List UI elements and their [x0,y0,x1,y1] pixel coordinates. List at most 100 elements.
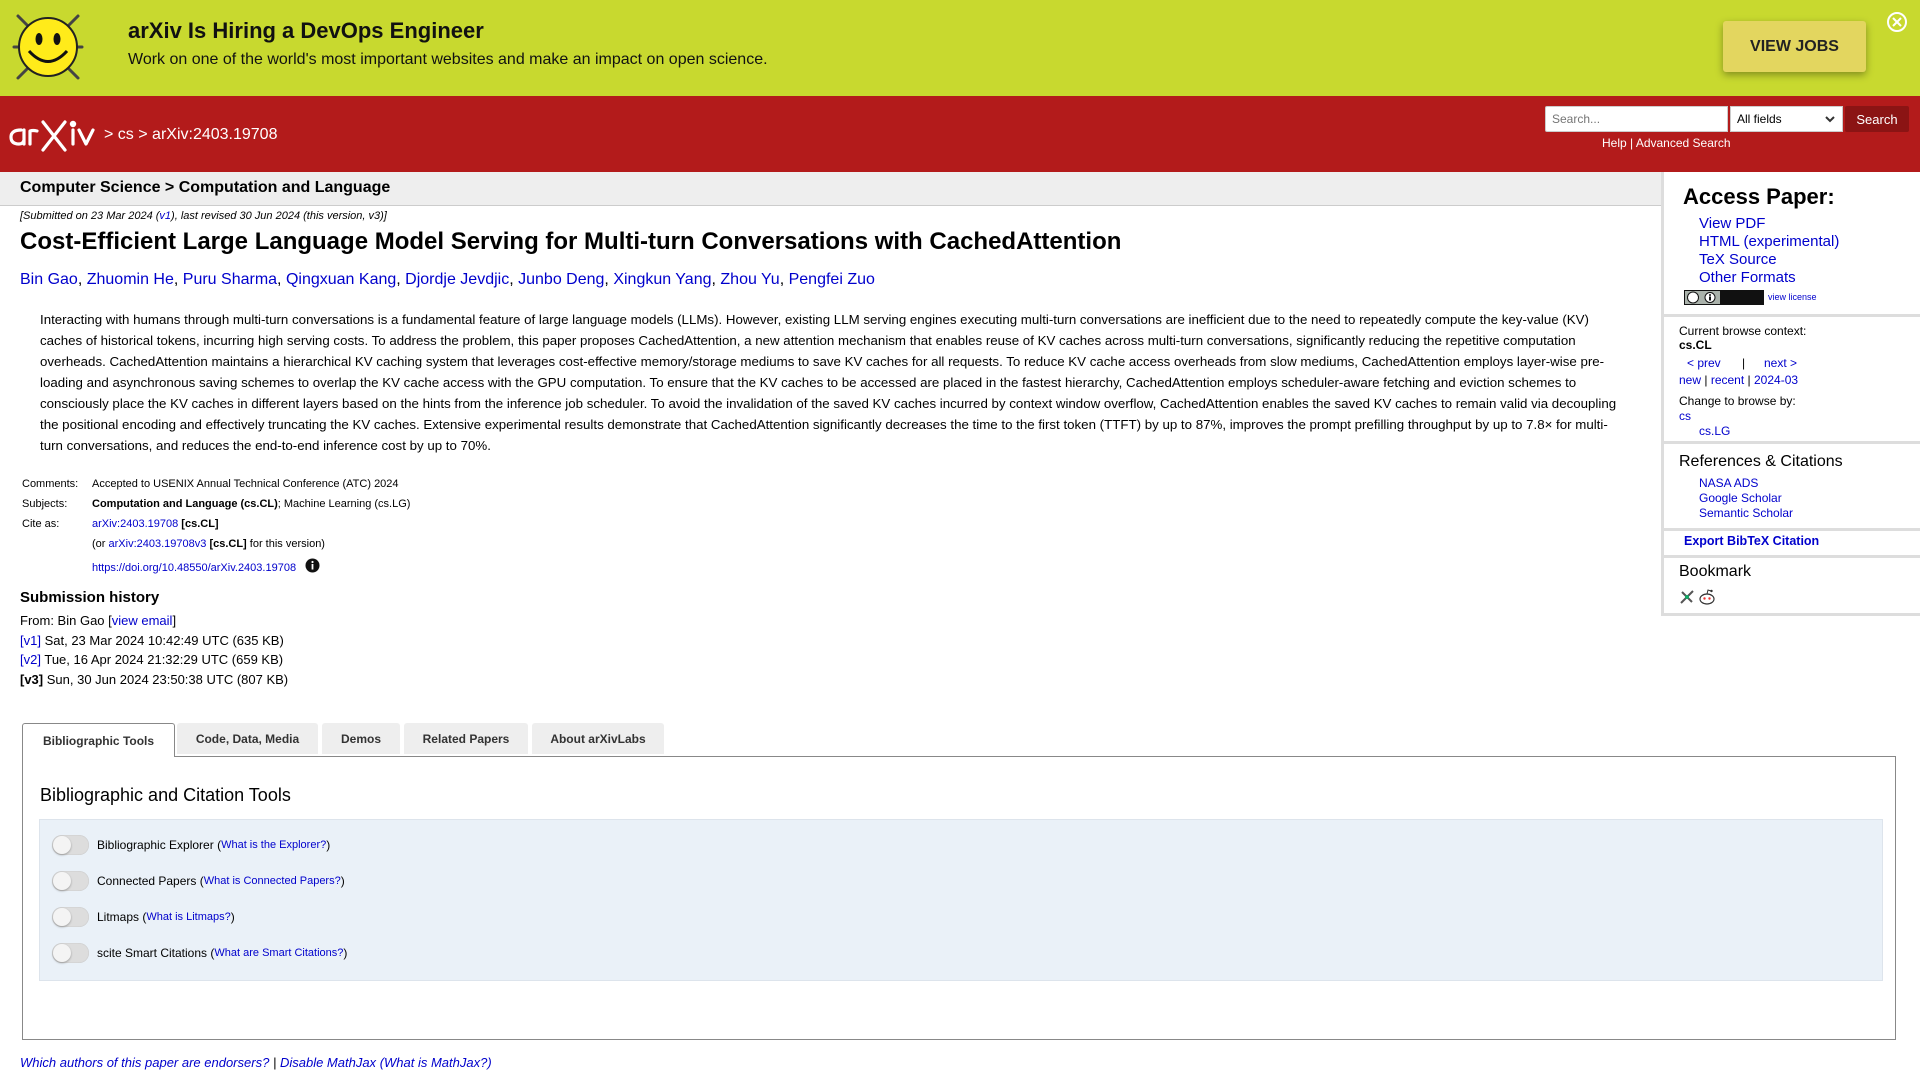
cite-label: Cite as: [22,518,60,530]
labs-panel: Bibliographic and Citation Tools Bibliog… [22,756,1896,1040]
other-formats-link[interactable]: Other Formats [1699,269,1796,286]
search-field-value: All fields [1737,112,1782,126]
paren: ) [230,910,235,924]
blank-cell [20,558,90,578]
cite-v3-tag: [cs.CL] [209,538,247,550]
author-link[interactable]: Xingkun Yang [613,271,711,288]
subjects-value: Computation and Language (cs.CL); Machin… [90,498,412,518]
next-link[interactable]: next > [1764,356,1797,370]
nav-sep: | [1747,373,1751,387]
breadcrumb-cs[interactable]: cs [118,126,134,143]
browse-cs-lg-link[interactable]: cs.LG [1699,424,1730,438]
advanced-search-link[interactable]: Advanced Search [1636,136,1731,150]
tex-source-link[interactable]: TeX Source [1699,251,1777,268]
version-link[interactable]: [v1] [20,633,41,648]
banner-text: Work on one of the world's most importan… [128,51,768,68]
tab-demos[interactable]: Demos [322,723,400,754]
reddit-icon[interactable] [1698,588,1716,606]
tab-bibliographic-tools[interactable]: Bibliographic Tools [22,723,175,757]
connected-papers-toggle[interactable] [52,871,89,891]
arxiv-logo[interactable] [9,116,101,154]
semantic-scholar-link[interactable]: Semantic Scholar [1699,506,1793,520]
doi-value: https://doi.org/10.48550/arXiv.2403.1970… [90,558,412,578]
tab-about-arxivlabs[interactable]: About arXivLabs [532,723,664,754]
subjects-label: Subjects: [22,498,68,510]
comments-label: Comments: [22,478,79,490]
author-link[interactable]: Qingxuan Kang [286,271,396,288]
html-link[interactable]: HTML (experimental) [1699,233,1839,250]
bibsonomy-icon[interactable] [1679,589,1695,605]
secondary-subject: ; Machine Learning (cs.LG) [277,498,411,510]
view-email-link[interactable]: view email [112,613,173,628]
search-field-select[interactable]: All fields [1730,106,1843,132]
dateline-text: [Submitted on 23 Mar 2024 ( [20,210,160,222]
tool-info-link[interactable]: What is Litmaps? [146,911,230,923]
author-sep: , [779,271,785,288]
author-link[interactable]: Bin Gao [20,271,78,288]
breadcrumb-paper-id: arXiv:2403.19708 [152,126,278,143]
tool-info-link[interactable]: What are Smart Citations? [214,947,343,959]
author-link[interactable]: Junbo Deng [518,271,604,288]
doi-row: https://doi.org/10.48550/arXiv.2403.1970… [20,558,412,578]
help-link[interactable]: Help [1602,136,1627,150]
toggle-knob [53,836,71,854]
version-date: Sun, 30 Jun 2024 23:50:38 UTC (807 KB) [46,672,289,687]
browse-context-label: Current browse context: [1679,324,1807,338]
tool-row-scite: scite Smart Citations (What are Smart Ci… [52,943,347,963]
cite-version-value: (or arXiv:2403.19708v3 [cs.CL] for this … [90,538,412,558]
view-jobs-button[interactable]: VIEW JOBS [1723,21,1866,72]
cite-v3-link[interactable]: arXiv:2403.19708v3 [109,538,207,550]
paren: ) [326,838,331,852]
what-is-mathjax-link[interactable]: (What is MathJax?) [380,1055,492,1070]
author-link[interactable]: Zhou Yu [720,271,779,288]
nasa-ads-link[interactable]: NASA ADS [1699,476,1758,490]
tab-code-data-media[interactable]: Code, Data, Media [177,723,318,754]
view-pdf-link[interactable]: View PDF [1699,215,1765,232]
recent-link[interactable]: recent [1711,373,1744,387]
nav-sep: | [1704,373,1708,387]
footer-sep: | [272,1055,277,1070]
view-license-link[interactable]: view license [1768,292,1817,302]
tool-info-link[interactable]: What is Connected Papers? [204,875,341,887]
submission-dateline: [Submitted on 23 Mar 2024 (v1), last rev… [20,210,387,222]
hiring-banner: arXiv Is Hiring a DevOps Engineer Work o… [0,0,1920,96]
google-scholar-link[interactable]: Google Scholar [1699,491,1782,505]
author-sep: , [173,271,179,288]
litmaps-toggle[interactable] [52,907,89,927]
subject-header: Computer Science > Computation and Langu… [0,172,1661,206]
prev-link[interactable]: < prev [1687,356,1721,370]
info-icon[interactable] [305,558,320,573]
references-section: References & Citations NASA ADS Google S… [1664,441,1920,531]
author-link[interactable]: Puru Sharma [183,271,277,288]
endorsers-link[interactable]: Which authors of this paper are endorser… [20,1055,269,1070]
tab-related-papers[interactable]: Related Papers [404,723,528,754]
toggle-knob [53,872,71,890]
right-sidebar: Access Paper: View PDF HTML (experimenta… [1661,172,1920,616]
submission-from: From: Bin Gao [view email] [20,613,176,628]
export-bibtex-link[interactable]: Export BibTeX Citation [1684,534,1819,548]
version-link[interactable]: [v2] [20,652,41,667]
new-link[interactable]: new [1679,373,1701,387]
explorer-toggle[interactable] [52,835,89,855]
search-input[interactable] [1545,106,1728,132]
access-paper-section: Access Paper: View PDF HTML (experimenta… [1664,172,1920,317]
search-button[interactable]: Search [1845,106,1909,132]
author-link[interactable]: Zhuomin He [87,271,174,288]
author-link[interactable]: Pengfei Zuo [789,271,875,288]
current-version-tag: [v3] [20,672,44,687]
from-text: From: Bin Gao [ [20,613,112,628]
browse-cs-link[interactable]: cs [1679,409,1691,423]
paper-title: Cost-Efficient Large Language Model Serv… [20,228,1122,255]
dateline-v1-link[interactable]: v1 [159,210,171,222]
author-link[interactable]: Djordje Jevdjic [405,271,509,288]
tool-info-link[interactable]: What is the Explorer? [221,839,326,851]
cite-id-link[interactable]: arXiv:2403.19708 [92,518,178,530]
scite-toggle[interactable] [52,943,89,963]
close-icon[interactable] [1886,11,1908,33]
month-link[interactable]: 2024-03 [1754,373,1798,387]
comments-row: Comments: Accepted to USENIX Annual Tech… [20,478,412,498]
version-entry: [v2] Tue, 16 Apr 2024 21:32:29 UTC (659 … [20,652,283,667]
disable-mathjax-link[interactable]: Disable MathJax [280,1055,376,1070]
cc-by-license-icon[interactable] [1684,290,1764,305]
doi-link[interactable]: https://doi.org/10.48550/arXiv.2403.1970… [92,562,296,574]
